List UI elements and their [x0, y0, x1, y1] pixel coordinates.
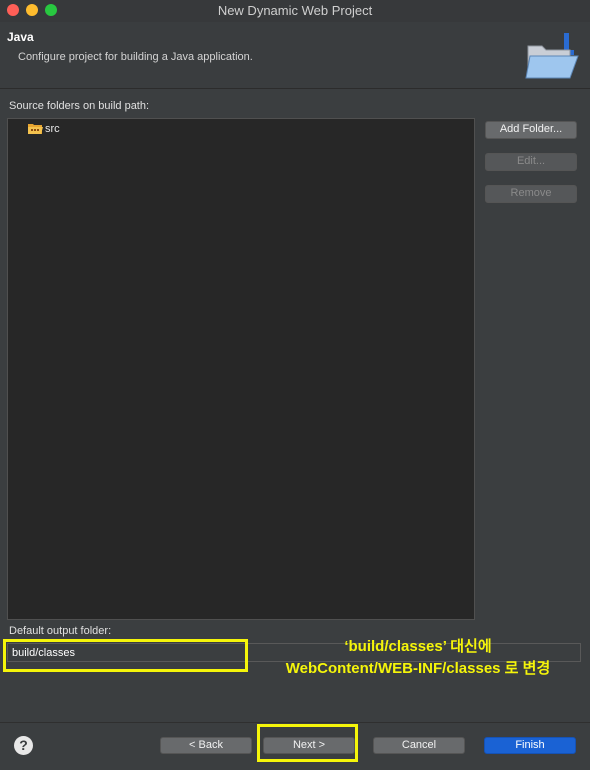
source-folder-icon — [28, 124, 43, 134]
wizard-header: Java Configure project for building a Ja… — [0, 22, 590, 89]
cancel-button[interactable]: Cancel — [373, 737, 465, 754]
back-button[interactable]: < Back — [160, 737, 252, 754]
output-folder-label: Default output folder: — [9, 625, 112, 637]
source-folders-label: Source folders on build path: — [9, 100, 150, 112]
annotation-text: ‘build/classes’ 대신에 WebContent/WEB-INF/c… — [248, 636, 588, 680]
highlight-box-output — [3, 639, 248, 672]
tree-item-label: src — [45, 123, 60, 135]
add-folder-button[interactable]: Add Folder... — [485, 121, 577, 139]
page-title: Java — [7, 30, 34, 44]
footer-divider — [0, 722, 590, 723]
remove-button[interactable]: Remove — [485, 185, 577, 203]
page-description: Configure project for building a Java ap… — [18, 51, 253, 63]
tree-item-src[interactable]: src — [28, 122, 60, 136]
highlight-box-next — [257, 724, 358, 762]
help-icon[interactable]: ? — [14, 736, 33, 755]
title-bar: New Dynamic Web Project — [0, 0, 590, 23]
finish-button[interactable]: Finish — [484, 737, 576, 754]
annotation-line-2: WebContent/WEB-INF/classes 로 변경 — [285, 660, 551, 677]
window-title: New Dynamic Web Project — [217, 3, 373, 18]
edit-button[interactable]: Edit... — [485, 153, 577, 171]
annotation-line-1: ‘build/classes’ 대신에 — [344, 638, 492, 655]
folder-icon — [525, 33, 579, 79]
source-folder-tree[interactable]: src — [7, 118, 475, 620]
